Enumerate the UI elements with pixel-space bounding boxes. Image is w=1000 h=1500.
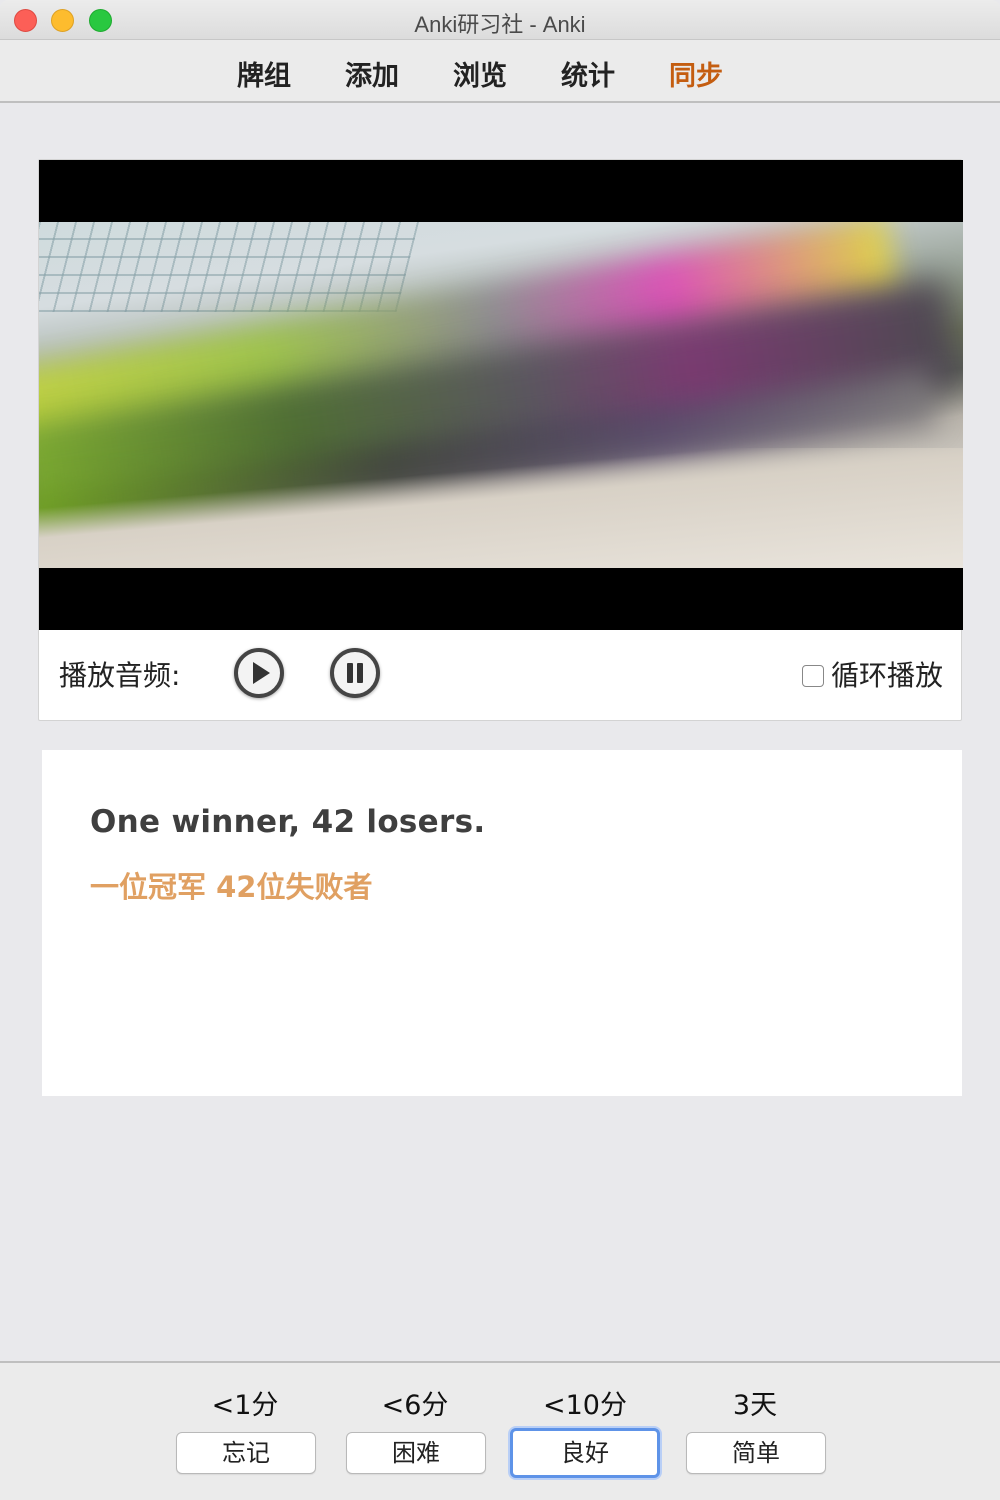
pause-icon [347,663,353,683]
again-button[interactable]: 忘记 [176,1432,316,1474]
card-english-text: One winner, 42 losers. [90,804,486,840]
play-audio-label: 播放音频: [59,659,181,692]
window-title: Anki研习社 - Anki [414,12,586,37]
top-toolbar: 牌组 添加 浏览 统计 同步 [0,40,1000,103]
video-player[interactable] [39,160,963,630]
due-good: <10分 [543,1390,627,1421]
track-surface [39,448,963,568]
card-answer: One winner, 42 losers. 一位冠军 42位失败者 [42,750,962,1096]
nav-browse[interactable]: 浏览 [453,54,507,93]
media-panel: 播放音频: 循环播放 [38,159,963,722]
hard-button[interactable]: 困难 [346,1432,486,1474]
loop-checkbox[interactable] [801,664,824,687]
nav-sync[interactable]: 同步 [669,54,723,93]
due-easy: 3天 [732,1390,778,1421]
loop-label[interactable]: 循环播放 [831,654,943,694]
play-button[interactable] [234,648,284,698]
due-again: <1分 [211,1390,279,1421]
pause-button[interactable] [330,648,380,698]
good-button[interactable]: 良好 [510,1428,660,1478]
window-titlebar: Anki研习社 - Anki [0,0,1000,40]
video-frame-race-car [39,222,963,568]
nav-stats[interactable]: 统计 [561,54,615,93]
nav-decks[interactable]: 牌组 [237,54,291,93]
answer-bar: <1分 <6分 <10分 3天 忘记 困难 良好 简单 [0,1361,1000,1500]
play-icon [253,662,270,684]
easy-button[interactable]: 简单 [686,1432,826,1474]
card-chinese-text: 一位冠军 42位失败者 [90,870,373,904]
pause-icon-bar [357,663,363,683]
due-hard: <6分 [381,1390,449,1421]
loop-playback: 循环播放 [801,654,943,694]
nav-add[interactable]: 添加 [345,54,399,93]
audio-controls: 播放音频: 循环播放 [39,630,963,722]
fence-graphic [39,222,419,312]
